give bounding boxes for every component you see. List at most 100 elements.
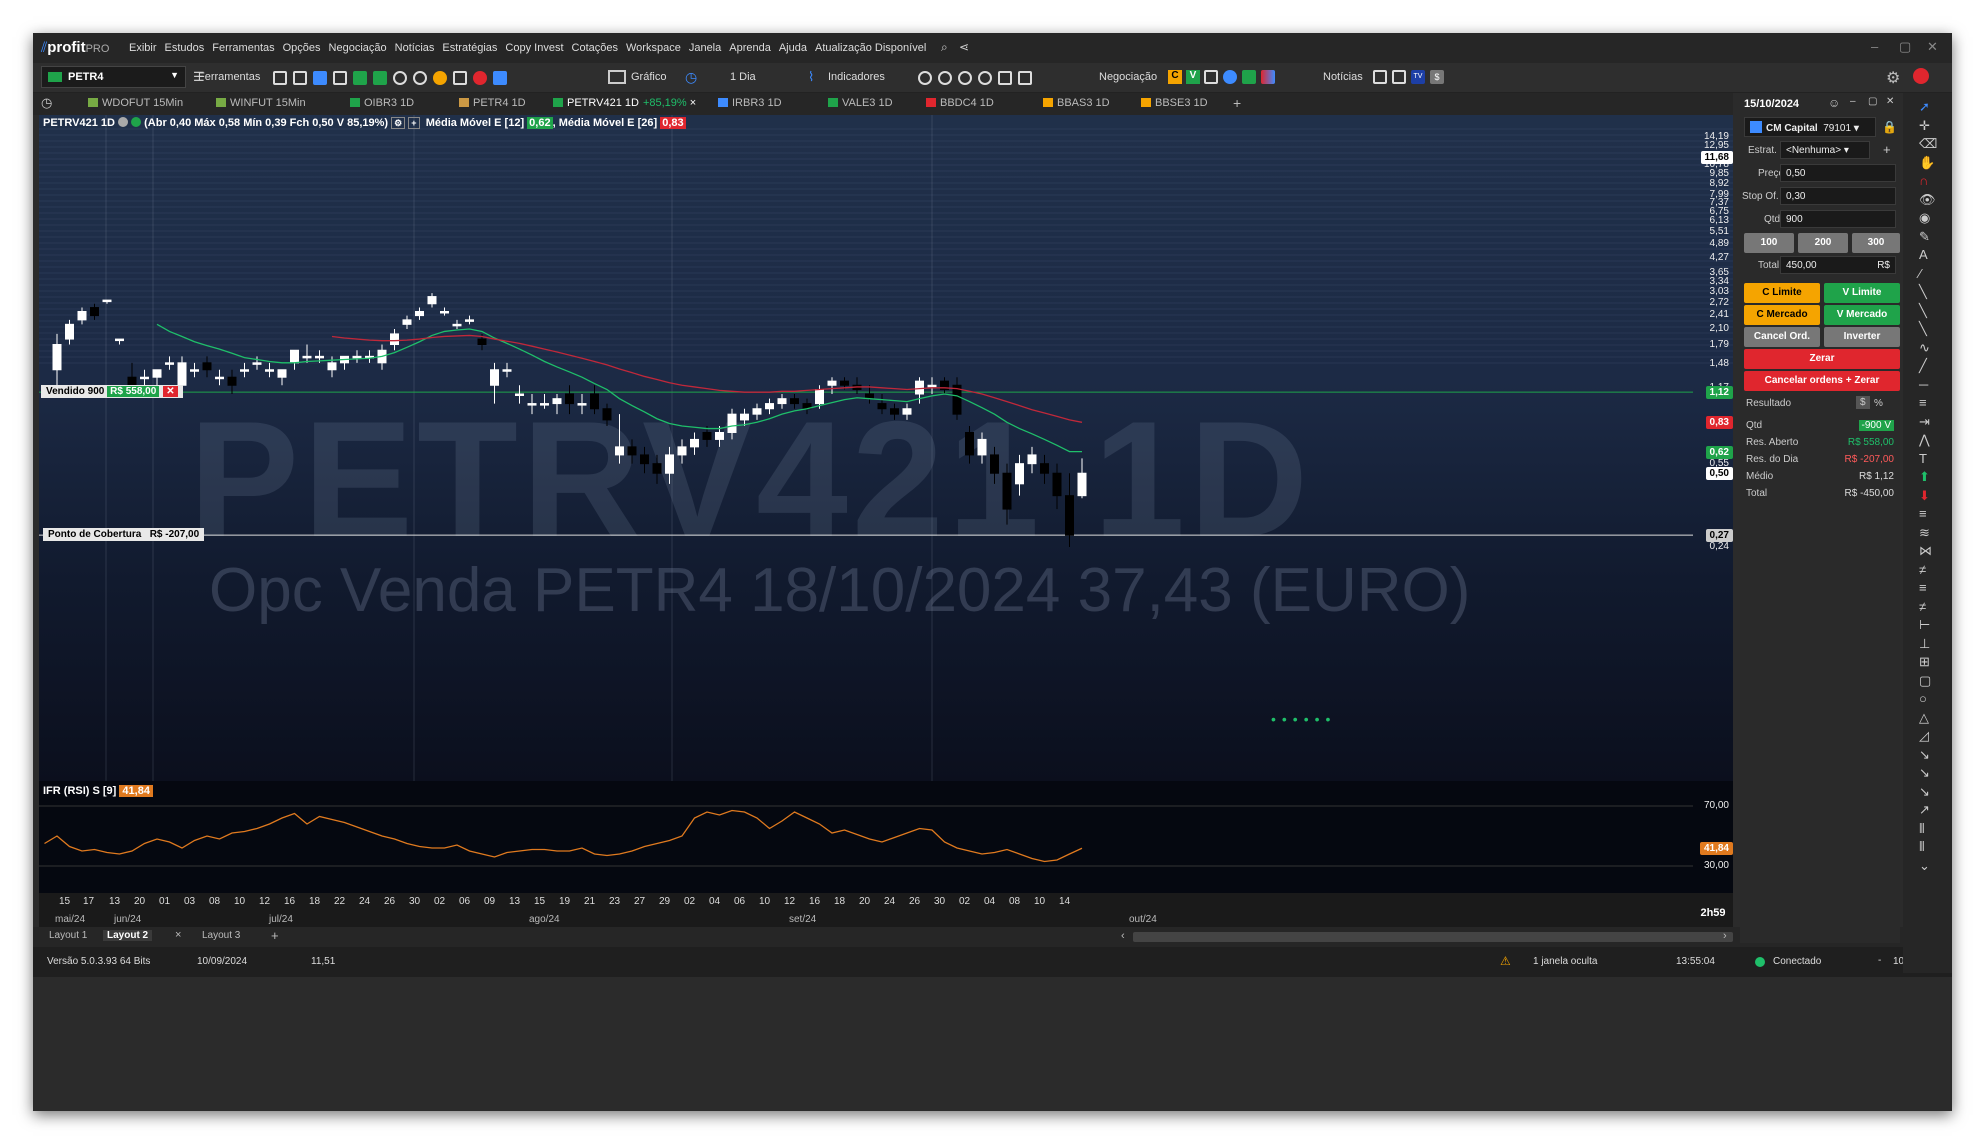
drawing-tool-40-icon[interactable]: ⦀ bbox=[1919, 839, 1925, 855]
menu-item-6[interactable]: Estratégias bbox=[442, 42, 497, 54]
drawing-tool-3-icon[interactable]: ✋ bbox=[1919, 155, 1935, 171]
horizontal-scrollbar[interactable] bbox=[1133, 932, 1733, 942]
tab-2[interactable]: OIBR3 1D bbox=[350, 97, 414, 109]
ferramentas-button[interactable]: Ferramentas bbox=[198, 71, 260, 83]
drawing-tool-32-icon[interactable]: ○ bbox=[1919, 691, 1927, 706]
menu-item-5[interactable]: Notícias bbox=[395, 42, 435, 54]
add-layout-icon[interactable]: + bbox=[271, 928, 279, 943]
ok-icon[interactable] bbox=[453, 71, 467, 85]
search-icon[interactable]: ⌕ bbox=[941, 40, 948, 55]
drawing-tool-8-icon[interactable]: A bbox=[1919, 247, 1928, 262]
tab-7[interactable]: BBDC4 1D bbox=[926, 97, 994, 109]
sell-market-button[interactable]: V Mercado bbox=[1824, 305, 1900, 325]
close-icon[interactable]: ✕ bbox=[1927, 39, 1938, 55]
period-select[interactable]: 1 Dia bbox=[730, 71, 756, 83]
drawing-tool-34-icon[interactable]: ◿ bbox=[1919, 728, 1929, 744]
drawing-tool-5-icon[interactable]: 👁 bbox=[1919, 192, 1936, 208]
people-icon[interactable] bbox=[433, 71, 447, 85]
drawing-tool-2-icon[interactable]: ⌫ bbox=[1919, 136, 1937, 152]
zoom-in-icon[interactable] bbox=[918, 71, 932, 85]
chart-tool-icon[interactable] bbox=[493, 71, 507, 85]
stop-input[interactable]: 0,30 bbox=[1780, 187, 1896, 205]
tab-0[interactable]: WDOFUT 15Min bbox=[88, 97, 183, 109]
pie-icon[interactable] bbox=[1223, 70, 1237, 84]
cursor-tool-icon[interactable] bbox=[998, 71, 1012, 85]
legend-settings-icon[interactable]: ⚙ bbox=[391, 117, 406, 129]
calendar-icon[interactable] bbox=[1392, 70, 1406, 84]
menu-item-2[interactable]: Ferramentas bbox=[212, 42, 274, 54]
tv-icon[interactable]: TV bbox=[1411, 70, 1425, 84]
add-tab-icon[interactable]: + bbox=[1233, 95, 1241, 111]
indicators-icon[interactable]: ⌇ bbox=[808, 69, 814, 85]
qty-100-button[interactable]: 100 bbox=[1744, 233, 1794, 253]
drawing-tool-19-icon[interactable]: T bbox=[1919, 451, 1927, 466]
grafico-button[interactable]: Gráfico bbox=[631, 71, 666, 83]
qtd-input[interactable]: 900 bbox=[1780, 210, 1896, 228]
result-percent-toggle[interactable]: % bbox=[1874, 398, 1883, 409]
layout-tab-0[interactable]: Layout 1 bbox=[45, 930, 91, 941]
panel-min-icon[interactable]: – bbox=[1850, 96, 1856, 107]
tab-1[interactable]: WINFUT 15Min bbox=[216, 97, 306, 109]
drawing-tool-21-icon[interactable]: ⬇ bbox=[1919, 488, 1930, 504]
zero-position-button[interactable]: Zerar bbox=[1744, 349, 1900, 369]
panel-close-icon[interactable]: ✕ bbox=[1886, 96, 1894, 107]
menu-item-10[interactable]: Janela bbox=[689, 42, 721, 54]
drawing-tool-0-icon[interactable]: ➚ bbox=[1919, 99, 1930, 115]
drawing-tool-37-icon[interactable]: ↘ bbox=[1919, 784, 1930, 800]
negociacao-button[interactable]: Negociação bbox=[1099, 71, 1157, 83]
drawing-tool-39-icon[interactable]: ⦀ bbox=[1919, 821, 1925, 837]
bars-icon[interactable] bbox=[373, 71, 387, 85]
zoom-out-icon[interactable] bbox=[938, 71, 952, 85]
drawing-tool-26-icon[interactable]: ≡ bbox=[1919, 580, 1927, 595]
preco-input[interactable]: 0,50 bbox=[1780, 164, 1896, 182]
drawing-tool-18-icon[interactable]: ⋀ bbox=[1919, 432, 1930, 448]
book-icon[interactable] bbox=[313, 71, 327, 85]
layout-icon[interactable] bbox=[293, 71, 307, 85]
buy-market-button[interactable]: C Mercado bbox=[1744, 305, 1820, 325]
drawing-tool-23-icon[interactable]: ≋ bbox=[1919, 525, 1930, 541]
position-close-icon[interactable]: ✕ bbox=[163, 386, 178, 398]
palette-icon[interactable] bbox=[1261, 70, 1275, 84]
drawing-tool-30-icon[interactable]: ⊞ bbox=[1919, 654, 1930, 670]
drawing-tool-10-icon[interactable]: ╲ bbox=[1919, 284, 1927, 300]
indicadores-button[interactable]: Indicadores bbox=[828, 71, 885, 83]
price-axis[interactable]: 14,19 12,95 10,78 9,85 8,92 7,99 7,37 6,75 6,13 5… bbox=[1693, 115, 1733, 895]
drawing-tool-14-icon[interactable]: ╱ bbox=[1919, 358, 1927, 374]
drawing-tool-41-icon[interactable]: ⌄ bbox=[1919, 858, 1930, 874]
drawing-tool-25-icon[interactable]: ≠ bbox=[1919, 562, 1926, 577]
total-input[interactable]: 450,00 R$ bbox=[1780, 256, 1896, 274]
tab-9[interactable]: BBSE3 1D bbox=[1141, 97, 1208, 109]
legend-close-icon[interactable] bbox=[118, 117, 129, 127]
drawing-tool-36-icon[interactable]: ↘ bbox=[1919, 765, 1930, 781]
grid-icon[interactable] bbox=[273, 71, 287, 85]
result-currency-toggle[interactable]: $ bbox=[1856, 396, 1870, 409]
drawing-tool-29-icon[interactable]: ⊥ bbox=[1919, 636, 1930, 652]
tab-close-icon[interactable]: × bbox=[687, 97, 696, 109]
menu-item-8[interactable]: Cotações bbox=[572, 42, 618, 54]
share-icon[interactable]: ⋖ bbox=[959, 40, 969, 54]
drawing-tool-12-icon[interactable]: ╲ bbox=[1919, 321, 1927, 337]
price-chart[interactable]: PETRV421 1D Opc Venda PETR4 18/10/2024 3… bbox=[39, 115, 1733, 781]
quick-sell-button[interactable]: V bbox=[1186, 70, 1200, 84]
menu-item-13[interactable]: Atualização Disponível bbox=[815, 42, 926, 54]
menu-item-11[interactable]: Aprenda bbox=[729, 42, 771, 54]
order-list-icon[interactable] bbox=[1204, 70, 1218, 84]
clock-icon[interactable] bbox=[393, 71, 407, 85]
cancel-orders-button[interactable]: Cancel Ord. bbox=[1744, 327, 1820, 347]
chat-icon[interactable] bbox=[473, 71, 487, 85]
lock-icon[interactable]: 🔒 bbox=[1882, 120, 1897, 134]
sell-limit-button[interactable]: V Limite bbox=[1824, 283, 1900, 303]
zoom-fit-icon[interactable] bbox=[958, 71, 972, 85]
position-tag[interactable]: Vendido 900 R$ 558,00 ✕ bbox=[41, 385, 183, 399]
drawing-tool-33-icon[interactable]: △ bbox=[1919, 710, 1929, 726]
drawing-tool-35-icon[interactable]: ↘ bbox=[1919, 747, 1930, 763]
panel-smile-icon[interactable]: ☺ bbox=[1828, 96, 1840, 110]
invert-button[interactable]: Inverter bbox=[1824, 327, 1900, 347]
qty-300-button[interactable]: 300 bbox=[1852, 233, 1900, 253]
quick-buy-button[interactable]: C bbox=[1168, 70, 1182, 84]
rsi-pane[interactable]: IFR (RSI) S [9] 41,84 bbox=[39, 781, 1733, 893]
tab-3[interactable]: PETR4 1D bbox=[459, 97, 526, 109]
scroll-left-icon[interactable]: ‹ bbox=[1121, 930, 1125, 942]
drawing-tool-38-icon[interactable]: ↗ bbox=[1919, 802, 1930, 818]
period-clock-icon[interactable]: ◷ bbox=[685, 69, 697, 86]
